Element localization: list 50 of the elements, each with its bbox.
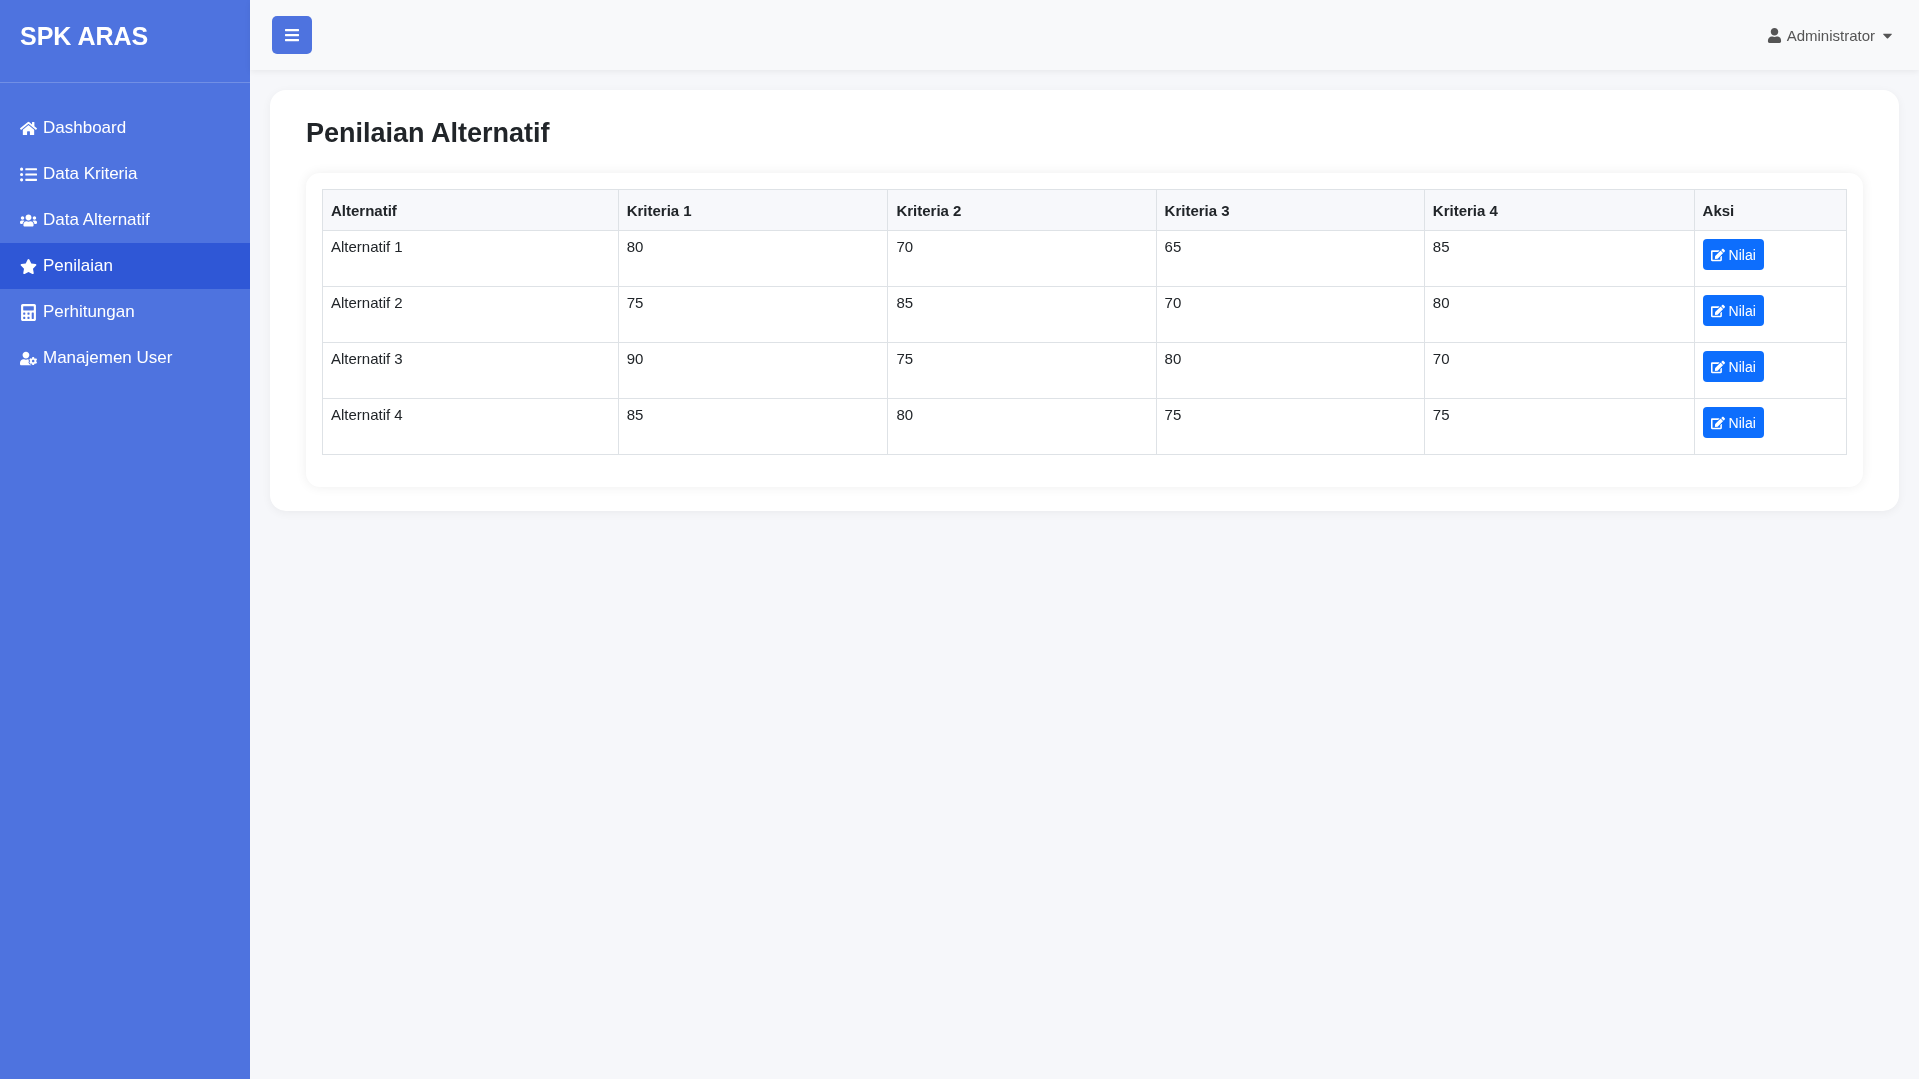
table-cell: Alternatif 4 — [322, 398, 619, 455]
table-cell: Alternatif 1 — [322, 230, 619, 287]
table-cell: 80 — [1156, 342, 1425, 399]
menu-button[interactable] — [272, 16, 312, 54]
edit-icon — [1710, 415, 1725, 430]
edit-icon — [1710, 359, 1725, 374]
edit-icon — [1710, 303, 1725, 318]
table-cell: 65 — [1156, 230, 1425, 287]
user-icon — [1766, 27, 1782, 43]
home-icon — [20, 119, 37, 137]
table-cell: 80 — [887, 398, 1157, 455]
sidebar-item[interactable]: Data Kriteria — [0, 151, 250, 197]
table-cell: 75 — [1156, 398, 1425, 455]
column-header: Kriteria 4 — [1424, 189, 1695, 231]
table-cell: Alternatif 2 — [322, 286, 619, 343]
star-icon — [20, 257, 37, 275]
column-header: Kriteria 2 — [887, 189, 1157, 231]
edit-button[interactable]: Nilai — [1702, 407, 1764, 438]
table-cell: 85 — [887, 286, 1157, 343]
list-icon — [20, 165, 37, 183]
sidebar-item[interactable]: Perhitungan — [0, 289, 250, 335]
table-cell: 90 — [618, 342, 888, 399]
edit-button[interactable]: Nilai — [1702, 239, 1764, 270]
menu-icon — [284, 27, 300, 43]
table-cell: 75 — [1424, 398, 1695, 455]
table-cell: 70 — [1424, 342, 1695, 399]
column-header: Aksi — [1694, 189, 1847, 231]
table-cell: 85 — [1424, 230, 1695, 287]
calculator-icon — [20, 303, 37, 321]
table-cell: 80 — [1424, 286, 1695, 343]
table-cell: Alternatif 3 — [322, 342, 619, 399]
column-header: Alternatif — [322, 189, 619, 231]
sidebar-item[interactable]: Manajemen User — [0, 335, 250, 381]
table-cell: 85 — [618, 398, 888, 455]
edit-button[interactable]: Nilai — [1702, 295, 1764, 326]
sidebar-item[interactable]: Dashboard — [0, 105, 250, 151]
page-title: Penilaian Alternatif — [306, 118, 551, 149]
sidebar-item[interactable]: Penilaian — [0, 243, 250, 289]
edit-button[interactable]: Nilai — [1702, 351, 1764, 382]
table-cell: 75 — [618, 286, 888, 343]
table-cell: 75 — [887, 342, 1157, 399]
user-menu[interactable]: Administrator — [1766, 26, 1895, 44]
user-gear-icon — [20, 349, 37, 367]
column-header: Kriteria 1 — [618, 189, 888, 231]
edit-icon — [1710, 247, 1725, 262]
table-cell: 70 — [1156, 286, 1425, 343]
table-cell: 80 — [618, 230, 888, 287]
sidebar-item[interactable]: Data Alternatif — [0, 197, 250, 243]
table-cell: 70 — [887, 230, 1157, 287]
column-header: Kriteria 3 — [1156, 189, 1425, 231]
